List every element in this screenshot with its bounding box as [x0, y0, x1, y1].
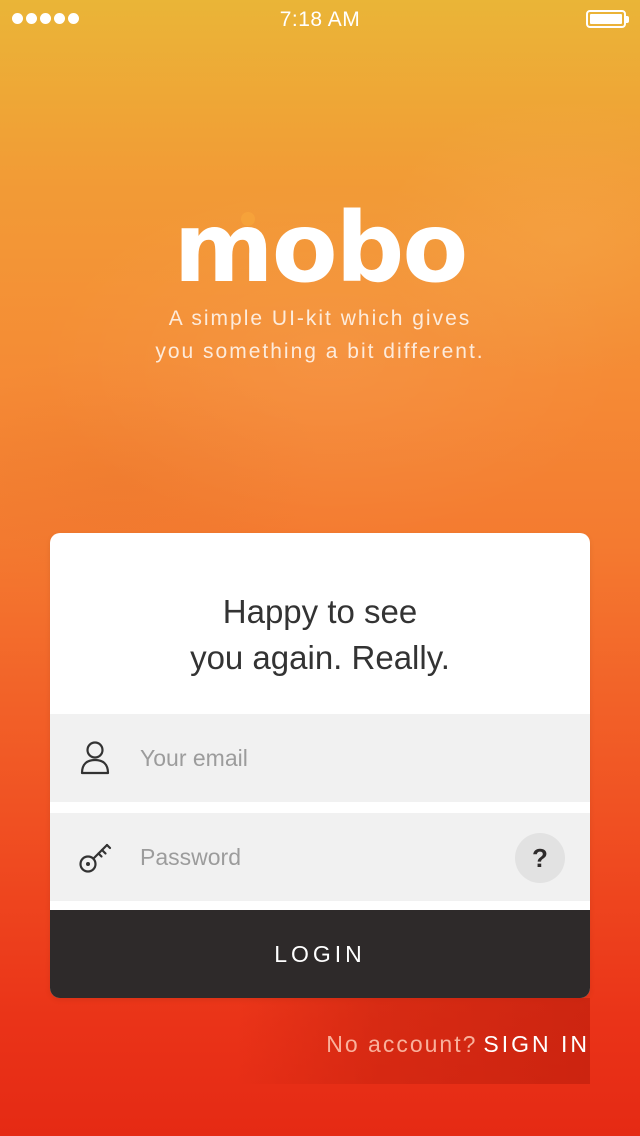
- status-bar: 7:18 AM: [0, 0, 640, 40]
- status-time: 7:18 AM: [279, 8, 361, 31]
- card-heading-line-1: Happy to see: [222, 593, 418, 630]
- login-card: Happy to see you again. Really. ? LOGIN: [50, 533, 590, 998]
- no-account-prompt: No account?: [326, 1031, 478, 1057]
- battery-icon: [586, 10, 629, 28]
- app-logo: mobo: [173, 192, 469, 304]
- login-button[interactable]: LOGIN: [50, 910, 590, 998]
- user-icon: [80, 741, 110, 775]
- logo-accent-dot: [241, 212, 255, 226]
- sign-in-link[interactable]: SIGN IN: [483, 1031, 590, 1057]
- card-heading: Happy to see you again. Really.: [50, 589, 590, 681]
- email-input[interactable]: [140, 714, 500, 802]
- tagline-line-2: you something a bit different.: [155, 340, 485, 363]
- key-icon: [79, 843, 112, 873]
- password-field[interactable]: ?: [50, 813, 590, 901]
- tagline-line-1: A simple UI-kit which gives: [168, 307, 472, 330]
- signin-row: No account? SIGN IN: [326, 1031, 590, 1058]
- card-heading-line-2: you again. Really.: [190, 639, 450, 676]
- password-input[interactable]: [140, 813, 500, 901]
- tagline: A simple UI-kit which gives you somethin…: [0, 302, 640, 368]
- email-field[interactable]: [50, 714, 590, 802]
- password-help-button[interactable]: ?: [515, 833, 565, 883]
